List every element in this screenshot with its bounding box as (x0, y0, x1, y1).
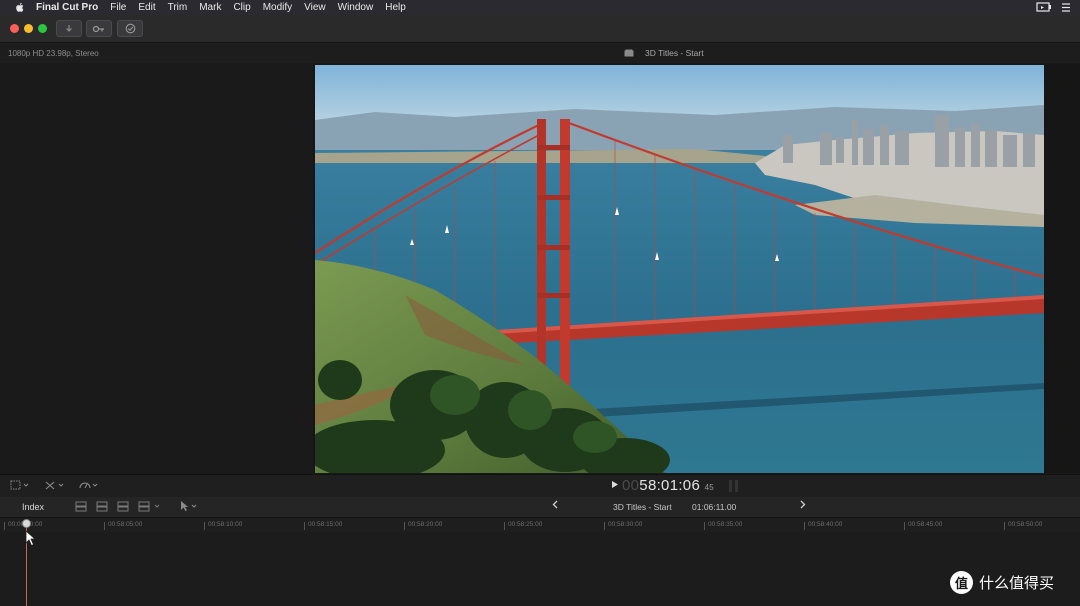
ruler-tick-line (104, 522, 105, 530)
ruler-label: 00:58:40:00 (808, 521, 843, 528)
speed-menu[interactable] (78, 480, 102, 492)
keyword-button[interactable] (86, 20, 112, 37)
viewer-project-title: 3D Titles - Start (645, 48, 704, 58)
ruler-label: 00:58:15:00 (308, 521, 343, 528)
play-icon (612, 481, 618, 488)
timeline-project-name: 3D Titles - Start (613, 502, 672, 512)
timecode-hours: 00 (622, 477, 640, 494)
watermark-text: 什么值得买 (979, 575, 1055, 592)
ruler-tick-line (504, 522, 505, 530)
timeline-project-duration: 01:06:11.00 (692, 502, 737, 512)
project-icon (624, 49, 634, 57)
timeline-header: Index 3D Titles - Start 01:06:11.00 (0, 497, 1080, 518)
chevron-left-icon (552, 500, 558, 509)
close-window-button[interactable] (10, 24, 19, 33)
viewer-video-frame (315, 65, 1044, 473)
ruler-tick-line (604, 522, 605, 530)
watermark-logo: 值 (950, 571, 973, 594)
timecode-frames: 45 (704, 483, 715, 492)
menu-app-name[interactable]: Final Cut Pro (36, 2, 98, 13)
ruler-tick-line (704, 522, 705, 530)
apple-icon[interactable] (14, 2, 26, 13)
ruler-label: 00:58:20:00 (408, 521, 443, 528)
ruler-tick-line (4, 522, 5, 530)
ruler-label: 00:58:10:00 (208, 521, 243, 528)
menu-mark[interactable]: Mark (199, 2, 221, 13)
import-button[interactable] (56, 20, 82, 37)
watermark: 值 什么值得买 (950, 571, 1054, 594)
menu-clip[interactable]: Clip (233, 2, 250, 13)
ruler-label: 00:58:45:00 (908, 521, 943, 528)
menu-window[interactable]: Window (338, 2, 374, 13)
menu-modify[interactable]: Modify (263, 2, 292, 13)
timeline-forward-button[interactable] (800, 500, 806, 512)
mouse-cursor-icon (25, 530, 37, 547)
watermark-logo-char: 值 (954, 576, 968, 591)
playhead-handle[interactable] (22, 519, 31, 528)
speedometer-icon (79, 482, 98, 489)
viewer-transport-bar: 0058:01:06 45 (0, 474, 1080, 497)
ruler-label: 00:58:25:00 (508, 521, 543, 528)
ruler-label: 00:58:50:00 (1008, 521, 1043, 528)
timeline-back-button[interactable] (552, 500, 558, 512)
arrow-tool-icon (181, 501, 197, 511)
ruler-tick-line (804, 522, 805, 530)
minimize-window-button[interactable] (24, 24, 33, 33)
timecode-value: 58:01:06 (639, 477, 701, 494)
ruler-tick-line (404, 522, 405, 530)
ruler-label: 00:58:35:00 (708, 521, 743, 528)
viewer-info-bar: 1080p HD 23.98p, Stereo 3D Titles - Star… (0, 43, 1080, 63)
background-tasks-icon (125, 23, 135, 34)
menu-view[interactable]: View (304, 2, 326, 13)
tool-select-menu[interactable] (178, 500, 202, 514)
grid-icon (10, 480, 29, 490)
toolbar (0, 15, 1080, 43)
menu-bar: Final Cut Pro File Edit Trim Mark Clip M… (0, 0, 1080, 15)
ruler-tick-line (904, 522, 905, 530)
clip-appearance-buttons[interactable] (74, 500, 164, 515)
notification-icon[interactable] (1060, 2, 1072, 13)
screen-mirror-icon[interactable] (1036, 2, 1052, 13)
menu-help[interactable]: Help (385, 2, 406, 13)
zoom-window-button[interactable] (38, 24, 47, 33)
project-format-label: 1080p HD 23.98p, Stereo (8, 49, 99, 58)
background-tasks-button[interactable] (117, 20, 143, 37)
timeline-track-area[interactable] (0, 532, 1080, 606)
timecode-display[interactable]: 0058:01:06 45 (622, 477, 714, 494)
crop-tools-icon (45, 481, 64, 490)
play-button[interactable] (611, 480, 619, 491)
connect-clip-icons (75, 501, 160, 512)
menu-trim[interactable]: Trim (168, 2, 188, 13)
ruler-tick-line (204, 522, 205, 530)
keyword-icon (92, 25, 104, 32)
transform-tools-menu[interactable] (44, 480, 68, 492)
chevron-right-icon (800, 500, 806, 509)
import-icon (66, 24, 72, 32)
view-options-menu[interactable] (10, 480, 32, 492)
viewer (313, 63, 1080, 473)
menu-file[interactable]: File (110, 2, 126, 13)
ruler-label: 00:58:30:00 (608, 521, 643, 528)
timeline-index-button[interactable]: Index (9, 500, 57, 514)
ruler-label: 00:58:05:00 (108, 521, 143, 528)
menu-edit[interactable]: Edit (138, 2, 155, 13)
timeline-ruler[interactable]: 00:00:00:00 00:58:05:00 00:58:10:00 00:5… (0, 518, 1080, 532)
audio-meter-icon (728, 479, 740, 493)
browser-panel (0, 63, 313, 473)
ruler-tick-line (304, 522, 305, 530)
ruler-tick-line (1004, 522, 1005, 530)
